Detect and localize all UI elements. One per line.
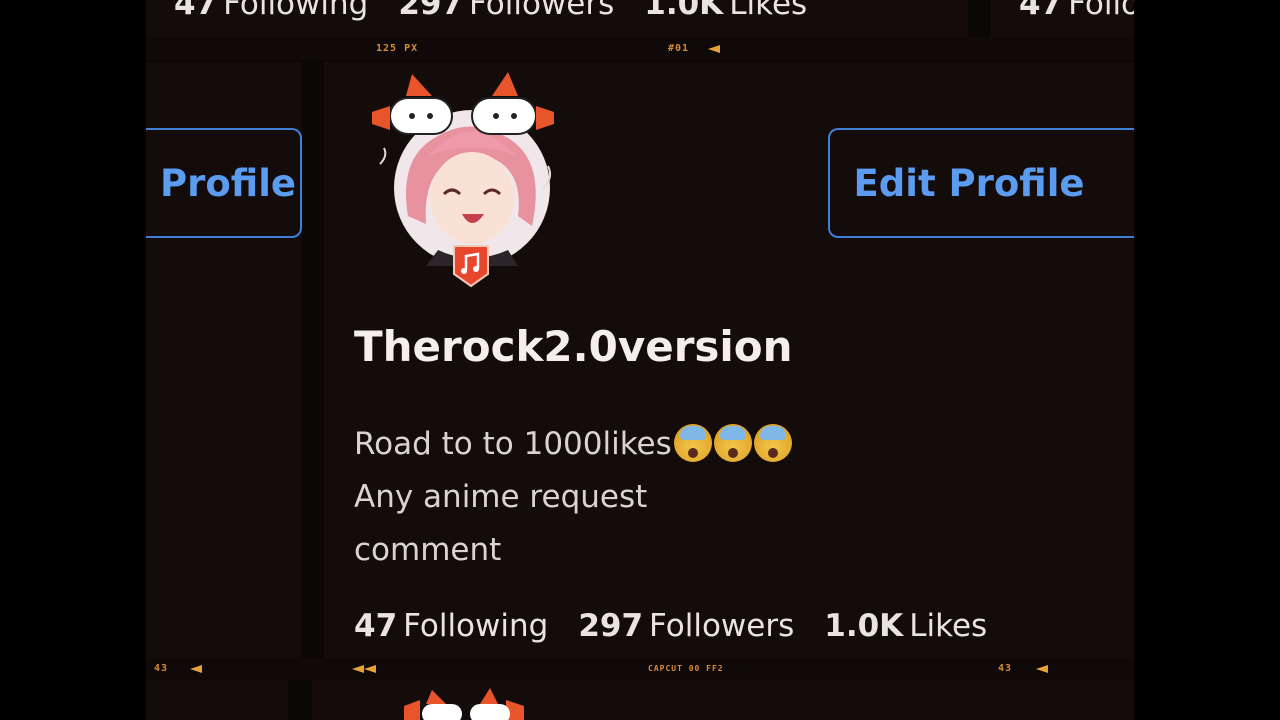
followers-count[interactable]: 297 [578,608,643,644]
top-stats-row: 47 Following 297 Followers 1.0K Likes [174,0,837,22]
bio-line-1: Road to to 1000likes [354,418,792,471]
music-note-icon [448,242,494,288]
top-right-partial-stats: 47 Follo [1019,0,1134,22]
strip-px-label: 125 PX [376,43,419,54]
stats-row: 47 Following 297 Followers 1.0K Likes [354,608,1017,644]
top-right-label: Follo [1068,0,1134,22]
strip-left-number: 43 [154,663,169,674]
avatar[interactable] [368,66,574,288]
following-label[interactable]: Following [403,608,548,644]
bottom-left-partial-frame [146,680,288,720]
strip-frame-label: #01 [668,43,690,54]
top-followers-count: 297 [398,0,464,22]
bio-line-2: Any anime request [354,479,648,515]
bio: Road to to 1000likes Any anime request c… [354,418,792,577]
strip-double-arrow-icon [352,665,364,673]
top-following-label: Following [223,0,369,22]
left-partial-button-label: Profile [160,161,296,205]
film-strip-bottom: 43 CAPCUT 00 FF2 43 [146,658,1134,680]
screaming-face-emoji-icon [753,424,792,462]
screaming-face-emoji-icon [673,424,712,462]
bio-line-3: comment [354,532,502,568]
following-count[interactable]: 47 [354,608,397,644]
strip-right-number: 43 [998,663,1013,674]
likes-label: Likes [909,608,988,644]
left-partial-edit-button[interactable]: Profile [146,128,302,238]
edit-profile-button[interactable]: Edit Profile [828,128,1134,238]
strip-double-arrow-icon [364,665,376,673]
strip-center-label: CAPCUT 00 FF2 [648,664,724,673]
strip-arrow-icon [708,45,720,53]
top-likes-label: Likes [729,0,808,22]
bottom-partial-avatar [402,686,542,720]
film-strip-top: 125 PX #01 [146,38,1134,60]
top-followers-label: Followers [469,0,615,22]
strip-arrow-icon [190,665,202,673]
followers-label[interactable]: Followers [649,608,794,644]
top-following-count: 47 [174,0,218,22]
strip-arrow-icon [1036,665,1048,673]
anime-avatar-icon [404,688,524,720]
video-frame: 47 Following 297 Followers 1.0K Likes 47… [146,0,1134,720]
username: Therock2.0version [354,322,793,371]
top-right-count: 47 [1019,0,1063,22]
edit-profile-label: Edit Profile [853,161,1085,205]
screaming-face-emoji-icon [713,424,752,462]
top-likes-count: 1.0K [644,0,724,22]
likes-count: 1.0K [824,608,904,644]
